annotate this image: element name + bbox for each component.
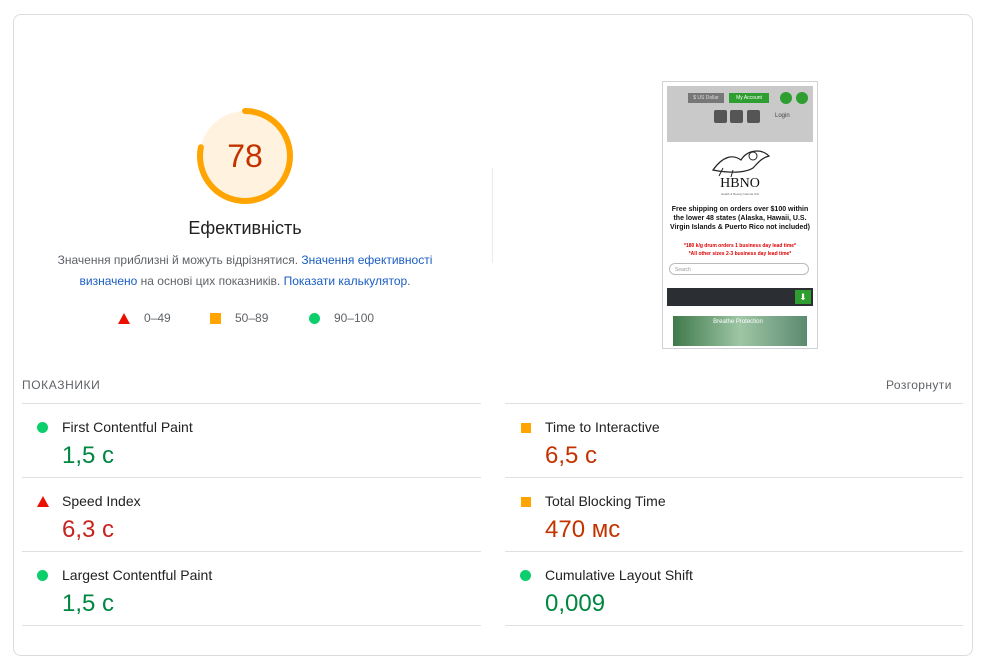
performance-title: Ефективність (188, 218, 302, 238)
thumbnail-notice-1: *180 k/g drum orders 1 business day lead… (684, 243, 796, 249)
metric-value: 1,5 с (62, 590, 115, 617)
average-square-icon (210, 312, 221, 324)
performance-description: Значення приблизні й можуть відрізнятися… (35, 250, 455, 292)
expand-toggle[interactable]: Розгорнути (886, 378, 952, 392)
thumbnail-banner: Breathe Protection (673, 316, 807, 346)
metric-item: Total Blocking Time 470 мс (505, 478, 965, 552)
thumbnail-notice-2: *All other sizes 2-3 business day lead t… (688, 251, 792, 257)
legend-item-fail: 0–49 (118, 310, 171, 326)
thumbnail-header: $ US Dollar My Account Login (667, 86, 813, 142)
thumbnail-square-icon (730, 110, 743, 123)
thumbnail-banner-text: Breathe Protection (713, 318, 763, 326)
vertical-divider (492, 168, 493, 263)
metric-item: Cumulative Layout Shift 0,009 (505, 552, 965, 626)
metric-value: 6,5 с (545, 442, 598, 469)
thumbnail-square-icon (747, 110, 760, 123)
legend-item-pass: 90–100 (309, 310, 374, 326)
metric-item: Speed Index 6,3 с (22, 478, 482, 552)
thumbnail-nav-bar: ⬇ (667, 288, 813, 306)
metric-name: First Contentful Paint (62, 419, 193, 435)
legend-range-average: 50–89 (235, 311, 269, 325)
performance-score-gauge: 78 (195, 106, 295, 206)
average-square-icon (521, 497, 531, 507)
pass-circle-icon (37, 422, 48, 433)
pass-circle-icon (520, 570, 531, 581)
metric-value: 470 мс (545, 516, 621, 543)
thumbnail-shipping-text: Free shipping on orders over $100 within… (670, 206, 810, 231)
fail-triangle-icon (37, 496, 49, 507)
metric-name: Time to Interactive (545, 419, 660, 435)
calculator-link[interactable]: Показати калькулятор (284, 274, 408, 288)
thumbnail-logo-text: HBNO (720, 176, 760, 191)
thumbnail-login: Login (775, 113, 790, 119)
thumbnail-square-icon (714, 110, 727, 123)
description-text-2: на основі цих показників. (140, 274, 281, 288)
legend-range-pass: 90–100 (334, 311, 375, 325)
metric-item: Largest Contentful Paint 1,5 с (22, 552, 482, 626)
metric-name: Total Blocking Time (545, 493, 666, 509)
thumbnail-notice: *180 k/g drum orders 1 business day lead… (667, 242, 813, 258)
page-screenshot-thumbnail[interactable]: $ US Dollar My Account Login HBNO Health… (662, 81, 818, 349)
description-text: Значення приблизні й можуть відрізнятися… (57, 253, 299, 267)
metric-value: 0,009 (545, 590, 606, 617)
thumbnail-banner-title: Breathe Protection (713, 319, 763, 325)
average-square-icon (521, 423, 531, 433)
thumbnail-search: Search (669, 263, 809, 275)
legend-item-average: 50–89 (210, 310, 268, 326)
pass-circle-icon (309, 312, 320, 324)
thumbnail-circle-icon (796, 92, 808, 104)
metric-name: Cumulative Layout Shift (545, 567, 693, 583)
description-period: . (407, 274, 411, 288)
metric-item: Time to Interactive 6,5 с (505, 404, 965, 478)
thumbnail-logo-sub: Health & Beauty Natural Oils (720, 192, 760, 196)
metric-name: Largest Contentful Paint (62, 567, 213, 583)
fail-triangle-icon (118, 312, 130, 324)
metric-name: Speed Index (62, 493, 141, 509)
metric-value: 6,3 с (62, 516, 115, 543)
thumbnail-currency: $ US Dollar (688, 93, 724, 103)
legend-range-fail: 0–49 (144, 311, 171, 325)
metric-item: First Contentful Paint 1,5 с (22, 404, 482, 478)
thumbnail-download-icon: ⬇ (795, 290, 811, 304)
performance-score-value: 78 (227, 138, 263, 174)
thumbnail-account: My Account (729, 93, 769, 103)
metric-value: 1,5 с (62, 442, 115, 469)
pass-circle-icon (37, 570, 48, 581)
metrics-section-label: ПОКАЗНИКИ (22, 378, 101, 392)
thumbnail-circle-icon (780, 92, 792, 104)
